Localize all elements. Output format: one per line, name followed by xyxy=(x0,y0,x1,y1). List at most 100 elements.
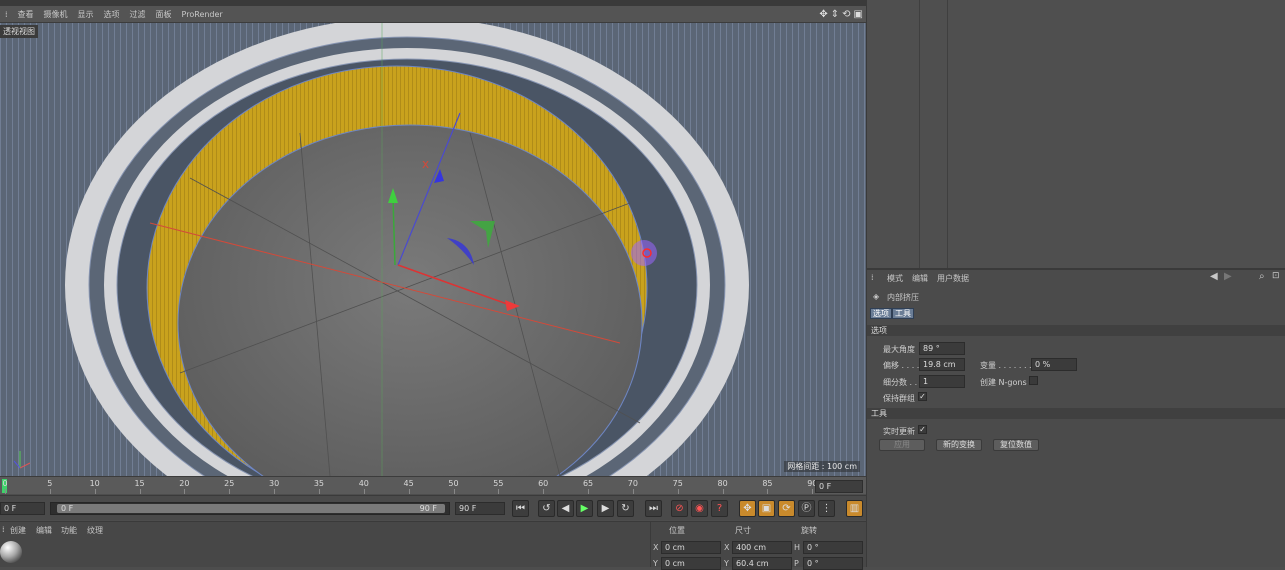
attr-menu-mode[interactable]: 模式 xyxy=(887,273,903,284)
timeline-tick-mark xyxy=(49,489,51,494)
frame-range-slider[interactable]: 0 F 90 F xyxy=(50,502,450,515)
rotate-view-icon[interactable]: ⟲ xyxy=(842,9,850,20)
position-y-field[interactable]: 0 cm xyxy=(661,557,721,570)
timeline-tick-mark xyxy=(408,489,410,494)
timeline-tick-mark xyxy=(318,489,320,494)
create-ngons-checkbox[interactable] xyxy=(1029,376,1038,385)
material-menu-edit[interactable]: 编辑 xyxy=(36,525,52,536)
play-button[interactable]: ▶ xyxy=(576,500,593,517)
material-menu-texture[interactable]: 纹理 xyxy=(87,525,103,536)
record-keys-button[interactable]: ⊘ xyxy=(671,500,688,517)
size-x-field[interactable]: 400 cm xyxy=(732,541,792,554)
column-divider xyxy=(919,0,920,268)
go-to-next-key-button[interactable]: ↻ xyxy=(617,500,634,517)
new-panel-icon[interactable]: ⊡ xyxy=(1272,271,1280,281)
timeline-tick-mark xyxy=(767,489,769,494)
timeline-tick-mark xyxy=(139,489,141,494)
attribute-manager: ⁞ 模式 编辑 用户数据 ◀ ▶ ⌕ ⊡ ◈ 内部挤压 选项 工具 选项 最大角… xyxy=(866,268,1285,567)
tool-name: 内部挤压 xyxy=(887,293,919,302)
frame-range-bar[interactable] xyxy=(57,504,445,513)
timeline-tick-mark xyxy=(184,489,186,494)
go-to-prev-key-button[interactable]: ↺ xyxy=(538,500,555,517)
prev-frame-button[interactable]: ◀ xyxy=(557,500,574,517)
go-to-end-button[interactable]: ⏭ xyxy=(645,500,662,517)
timeline-tick-label: 80 xyxy=(717,479,728,488)
key-position-button[interactable]: ✥ xyxy=(739,500,756,517)
position-x-field[interactable]: 0 cm xyxy=(661,541,721,554)
transport-bar: 0 F 0 F 90 F 90 F ⏮ ↺ ◀ ▶ ▶ ↻ ⏭ ⊘ ◉ ? ✥ … xyxy=(0,495,866,520)
viewport-menu-prorender[interactable]: ProRender xyxy=(177,10,228,19)
forward-arrow-icon[interactable]: ▶ xyxy=(1224,271,1232,282)
key-rotation-button[interactable]: ⟳ xyxy=(778,500,795,517)
key-pla-button[interactable]: ⋮ xyxy=(818,500,835,517)
keep-groups-checkbox[interactable]: ✓ xyxy=(918,392,927,401)
key-parameter-button[interactable]: Ⓟ xyxy=(798,500,815,517)
start-frame-field[interactable]: 0 F xyxy=(0,502,45,515)
grid-spacing-readout: 网格间距 : 100 cm xyxy=(784,461,860,472)
timeline-tick-label: 70 xyxy=(627,479,638,488)
reset-values-button[interactable]: 复位数值 xyxy=(993,439,1039,451)
object-manager[interactable] xyxy=(866,0,1285,268)
back-arrow-icon[interactable]: ◀ xyxy=(1210,271,1218,282)
apply-button[interactable]: 应用 xyxy=(879,439,925,451)
search-icon[interactable]: ⌕ xyxy=(1259,271,1265,282)
viewport-menu-view[interactable]: 查看 xyxy=(13,9,39,20)
auto-key-button[interactable]: ◉ xyxy=(691,500,708,517)
viewport-menu-grip: ⁞ xyxy=(5,9,8,19)
variance-field[interactable]: 0 % xyxy=(1031,358,1077,371)
viewport-menu-camera[interactable]: 摄像机 xyxy=(39,9,73,20)
viewport-menu-filter[interactable]: 过滤 xyxy=(125,9,151,20)
move-view-icon[interactable]: ✥ xyxy=(819,9,827,20)
timeline-tick-mark xyxy=(677,489,679,494)
rotation-h-field[interactable]: 0 ° xyxy=(803,541,863,554)
end-frame-field[interactable]: 90 F xyxy=(455,502,505,515)
timeline-tick-mark xyxy=(632,489,634,494)
column-divider xyxy=(947,0,948,268)
coord-header-rotation: 旋转 xyxy=(801,526,817,535)
timeline-tick-mark xyxy=(453,489,455,494)
timeline-ruler[interactable]: 0 5 10 15 20 25 30 35 40 45 50 55 60 65 70 75 80 85 90 0 F xyxy=(0,476,866,494)
next-frame-button[interactable]: ▶ xyxy=(597,500,614,517)
timeline-tick-mark xyxy=(229,489,231,494)
key-scale-button[interactable]: ▣ xyxy=(758,500,775,517)
viewport-menu-panel[interactable]: 面板 xyxy=(151,9,177,20)
subdivision-field[interactable]: 1 xyxy=(919,375,965,388)
perspective-viewport[interactable]: x 透视视图 网格间距 : 100 cm xyxy=(0,23,866,476)
current-frame-field[interactable]: 0 F xyxy=(815,480,863,493)
material-panel-grip: ⁞ xyxy=(2,525,5,534)
max-angle-field[interactable]: 89 ° xyxy=(919,342,965,355)
offset-label: 偏移 . . . . xyxy=(883,361,920,370)
material-menu-function[interactable]: 功能 xyxy=(61,525,77,536)
selected-point-highlight[interactable] xyxy=(631,240,657,266)
coord-axis-label: X xyxy=(724,543,730,552)
viewport-menu-display[interactable]: 显示 xyxy=(73,9,99,20)
key-help-button[interactable]: ? xyxy=(711,500,728,517)
range-end-label: 90 F xyxy=(419,504,437,513)
timeline-tick-mark xyxy=(94,489,96,494)
inner-extrude-icon: ◈ xyxy=(873,292,880,301)
timeline-tick-label: 55 xyxy=(493,479,504,488)
timeline-tick-label: 50 xyxy=(448,479,459,488)
viewport-scene[interactable]: x xyxy=(0,23,866,476)
timeline-tick-label: 35 xyxy=(313,479,325,488)
coord-header-size: 尺寸 xyxy=(735,526,751,535)
timeline-window-button[interactable]: ▥ xyxy=(846,500,863,517)
size-y-field[interactable]: 60.4 cm xyxy=(732,557,792,570)
viewport-menu-options[interactable]: 选项 xyxy=(99,9,125,20)
timeline-tick-mark xyxy=(722,489,724,494)
realtime-update-checkbox[interactable]: ✓ xyxy=(918,425,927,434)
scale-view-icon[interactable]: ⇕ xyxy=(831,9,839,20)
attr-menu-edit[interactable]: 编辑 xyxy=(912,273,928,284)
attr-menu-userdata[interactable]: 用户数据 xyxy=(937,273,969,284)
maximize-view-icon[interactable]: ▣ xyxy=(854,9,863,20)
rotation-p-field[interactable]: 0 ° xyxy=(803,557,863,570)
offset-field[interactable]: 19.8 cm xyxy=(919,358,965,371)
new-transform-button[interactable]: 新的变换 xyxy=(936,439,982,451)
go-to-start-button[interactable]: ⏮ xyxy=(512,500,529,517)
range-start-label: 0 F xyxy=(61,504,74,513)
material-ball-icon[interactable] xyxy=(0,541,22,563)
subdivision-label: 细分数 . . xyxy=(883,378,918,387)
tab-options[interactable]: 选项 xyxy=(870,308,892,319)
material-menu-create[interactable]: 创建 xyxy=(10,525,26,536)
tab-tool[interactable]: 工具 xyxy=(892,308,914,319)
